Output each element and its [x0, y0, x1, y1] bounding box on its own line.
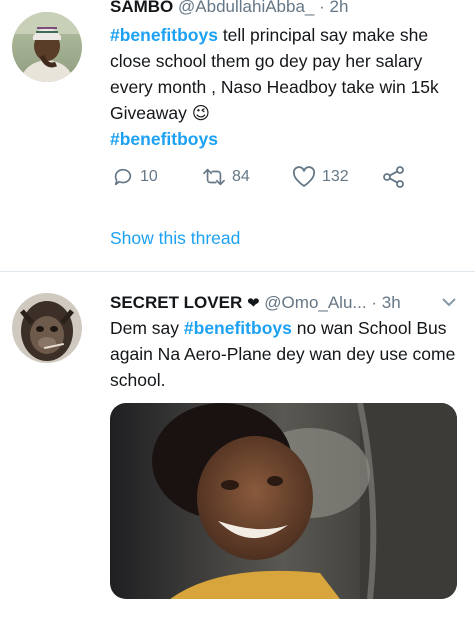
tweet-actions: 10 84 132 [110, 166, 463, 194]
display-name[interactable]: SAMBO [110, 0, 173, 16]
timestamp[interactable]: 3h [382, 293, 401, 312]
retweet-count: 84 [232, 168, 250, 185]
avatar[interactable] [12, 12, 82, 82]
separator-dot: · [319, 0, 325, 16]
tweet-text: Dem say #benefitboys no wan School Bus a… [110, 315, 463, 393]
share-button[interactable] [382, 166, 406, 188]
tweet-1[interactable]: SAMBO @AbdullahiAbba_ · 2h #benefitboys … [0, 0, 475, 272]
wink-emoji: 😉 [191, 103, 210, 123]
reply-icon [112, 166, 134, 188]
like-button[interactable]: 132 [292, 166, 349, 188]
chevron-down-icon[interactable] [441, 292, 457, 314]
tweet-text-segment: Dem say [110, 318, 184, 338]
hashtag-link[interactable]: #benefitboys [110, 129, 218, 149]
avatar[interactable] [12, 293, 82, 363]
show-thread-link[interactable]: Show this thread [110, 228, 240, 249]
share-icon [382, 166, 406, 188]
tweet-header: SAMBO @AbdullahiAbba_ · 2h [110, 0, 463, 18]
tweet-media-image[interactable] [110, 403, 457, 599]
like-count: 132 [322, 168, 349, 185]
separator-dot: · [371, 293, 377, 312]
display-name[interactable]: SECRET LOVER [110, 293, 242, 312]
reply-button[interactable]: 10 [112, 166, 158, 188]
retweet-icon [202, 166, 226, 188]
heart-icon [292, 166, 316, 188]
timestamp[interactable]: 2h [330, 0, 349, 16]
tweet-2[interactable]: SECRET LOVER ❤ @Omo_Alu... · 3h Dem say … [0, 273, 475, 621]
retweet-button[interactable]: 84 [202, 166, 250, 188]
hashtag-link[interactable]: #benefitboys [110, 25, 218, 45]
reply-count: 10 [140, 168, 158, 185]
hashtag-link[interactable]: #benefitboys [184, 318, 292, 338]
tweet-text: #benefitboys tell principal say make she… [110, 22, 463, 152]
user-handle[interactable]: @Omo_Alu... [264, 293, 366, 312]
heart-emoji: ❤ [246, 295, 260, 312]
user-handle[interactable]: @AbdullahiAbba_ [178, 0, 314, 16]
tweet-header: SECRET LOVER ❤ @Omo_Alu... · 3h [110, 292, 463, 315]
